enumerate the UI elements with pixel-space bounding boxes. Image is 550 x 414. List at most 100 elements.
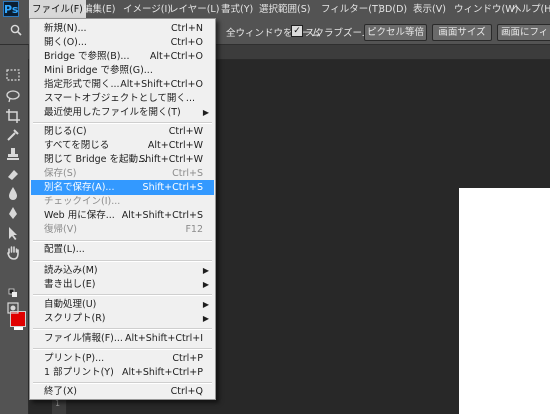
menu-item-label: チェックイン(I)...: [44, 196, 121, 207]
stamp-tool-icon[interactable]: [5, 146, 21, 162]
submenu-arrow-icon: ▶: [202, 280, 209, 289]
menu-item-shortcut: Shift+Ctrl+W: [139, 154, 203, 165]
menu-item-label: 復帰(V): [44, 224, 77, 235]
crop-tool-icon[interactable]: [5, 108, 21, 124]
menu-item-close-and-go-to-bridge[interactable]: 閉じて Bridge を起動... Shift+Ctrl+W: [31, 152, 214, 167]
menu-item-label: 自動処理(U): [44, 299, 97, 310]
menu-item-shortcut: Ctrl+O: [170, 37, 203, 48]
marquee-tool-icon[interactable]: [5, 67, 21, 83]
hand-tool-icon[interactable]: [5, 244, 21, 260]
menu-item-close-all[interactable]: すべてを閉じる Alt+Ctrl+W: [31, 138, 214, 153]
menu-item-open-recent[interactable]: 最近使用したファイルを開く(T) ▶: [31, 105, 214, 120]
menu-item-label: 終了(X): [44, 386, 77, 397]
menu-item-open[interactable]: 開く(O)... Ctrl+O: [31, 35, 214, 50]
menu-item-save-as[interactable]: 別名で保存(A)... Shift+Ctrl+S: [31, 180, 214, 195]
menu-item-shortcut: F12: [185, 224, 203, 235]
menu-file[interactable]: ファイル(F): [29, 0, 86, 20]
default-colors-icon[interactable]: [8, 288, 18, 298]
menu-type[interactable]: 書式(Y): [218, 0, 256, 20]
menu-select[interactable]: 選択範囲(S): [256, 0, 313, 20]
menu-item-shortcut: Ctrl+N: [171, 23, 203, 34]
menu-item-label: 開く(O)...: [44, 37, 87, 48]
menu-filter[interactable]: フィルター(T): [318, 0, 385, 20]
tools-panel: [0, 45, 29, 414]
menu-item-shortcut: Alt+Ctrl+W: [147, 140, 203, 151]
menu-item-label: 閉じる(C): [44, 126, 87, 137]
menu-item-shortcut: Alt+Shift+Ctrl+O: [120, 79, 203, 90]
menu-item-print[interactable]: プリント(P)... Ctrl+P: [31, 351, 214, 366]
scrubby-zoom-label[interactable]: スクラブズーム: [305, 25, 371, 39]
scrubby-zoom-checkbox[interactable]: ✓: [291, 25, 303, 37]
menu-item-label: Bridge で参照(B)...: [44, 51, 130, 62]
menu-item-new[interactable]: 新規(N)... Ctrl+N: [31, 21, 214, 36]
menu-item-label: 新規(N)...: [44, 23, 87, 34]
menu-item-revert[interactable]: 復帰(V) F12: [31, 222, 214, 237]
menu-separator: [33, 348, 212, 350]
menu-item-place[interactable]: 配置(L)...: [31, 242, 214, 257]
blur-tool-icon[interactable]: [5, 185, 21, 201]
menu-item-scripts[interactable]: スクリプト(R) ▶: [31, 311, 214, 326]
menu-item-label: すべてを閉じる: [44, 140, 110, 151]
menu-item-label: スクリプト(R): [44, 313, 106, 324]
menu-item-shortcut: Shift+Ctrl+S: [142, 182, 203, 193]
menu-item-label: 閉じて Bridge を起動...: [44, 154, 148, 165]
menu-view[interactable]: 表示(V): [410, 0, 449, 20]
menu-item-label: 書き出し(E): [44, 279, 96, 290]
menu-item-shortcut: Ctrl+W: [168, 126, 203, 137]
fill-screen-button[interactable]: 画面にフィ: [497, 24, 550, 41]
menu-item-label: 保存(S): [44, 168, 77, 179]
photoshop-logo: Ps: [3, 1, 19, 17]
menu-item-shortcut: Alt+Ctrl+O: [149, 51, 203, 62]
menu-item-shortcut: Ctrl+Q: [170, 386, 203, 397]
menu-item-save[interactable]: 保存(S) Ctrl+S: [31, 166, 214, 181]
submenu-arrow-icon: ▶: [202, 314, 209, 323]
menu-item-exit[interactable]: 終了(X) Ctrl+Q: [31, 384, 214, 399]
menu-item-shortcut: Alt+Shift+Ctrl+P: [122, 367, 203, 378]
zoom-tool-icon[interactable]: [10, 24, 22, 36]
submenu-arrow-icon: ▶: [202, 300, 209, 309]
menu-item-print-one-copy[interactable]: 1 部プリント(Y) Alt+Shift+Ctrl+P: [31, 365, 214, 380]
menu-separator: [33, 294, 212, 296]
menu-edit[interactable]: 編集(E): [80, 0, 118, 20]
menu-help[interactable]: ヘルプ(H): [509, 0, 550, 20]
menu-separator: [33, 328, 212, 330]
submenu-arrow-icon: ▶: [202, 108, 209, 117]
menu-item-label: 最近使用したファイルを開く(T): [44, 107, 181, 118]
menu-item-label: スマートオブジェクトとして開く...: [44, 93, 195, 104]
document-canvas[interactable]: [459, 188, 550, 414]
actual-pixels-button[interactable]: ピクセル等倍: [364, 24, 427, 41]
menu-item-export[interactable]: 書き出し(E) ▶: [31, 277, 214, 292]
menu-item-shortcut: Ctrl+P: [172, 353, 203, 364]
menu-item-file-info[interactable]: ファイル情報(F)... Alt+Shift+Ctrl+I: [31, 331, 214, 346]
menu-item-shortcut: Alt+Shift+Ctrl+S: [121, 210, 203, 221]
menu-item-open-as-smart-object[interactable]: スマートオブジェクトとして開く...: [31, 91, 214, 106]
menu-item-label: Mini Bridge で参照(G)...: [44, 65, 153, 76]
eyedropper-tool-icon[interactable]: [5, 127, 21, 143]
pen-tool-icon[interactable]: [5, 205, 21, 221]
menu-layer[interactable]: レイヤー(L): [166, 0, 222, 20]
menu-item-shortcut: Alt+Shift+Ctrl+I: [124, 333, 203, 344]
ruler-number: 1: [55, 399, 61, 408]
quick-mask-icon[interactable]: [7, 302, 19, 314]
menu-item-save-for-web[interactable]: Web 用に保存... Alt+Shift+Ctrl+S: [31, 208, 214, 223]
menu-item-label: Web 用に保存...: [44, 210, 115, 221]
menu-item-browse-in-bridge[interactable]: Bridge で参照(B)... Alt+Ctrl+O: [31, 49, 214, 64]
menu-item-import[interactable]: 読み込み(M) ▶: [31, 263, 214, 278]
menu-item-browse-in-mini-bridge[interactable]: Mini Bridge で参照(G)...: [31, 63, 214, 78]
menu-item-shortcut: Ctrl+S: [172, 168, 203, 179]
menu-separator: [33, 260, 212, 262]
lasso-tool-icon[interactable]: [5, 88, 21, 104]
menu-item-label: ファイル情報(F)...: [44, 333, 123, 344]
menu-item-close[interactable]: 閉じる(C) Ctrl+W: [31, 124, 214, 139]
submenu-arrow-icon: ▶: [202, 266, 209, 275]
path-selection-tool-icon[interactable]: [5, 225, 21, 241]
menu-item-open-as[interactable]: 指定形式で開く... Alt+Shift+Ctrl+O: [31, 77, 214, 92]
menu-item-label: プリント(P)...: [44, 353, 105, 364]
eraser-tool-icon[interactable]: [5, 166, 21, 182]
menu-3d[interactable]: 3D(D): [376, 0, 410, 20]
menu-item-label: 読み込み(M): [44, 265, 98, 276]
menu-item-check-in[interactable]: チェックイン(I)...: [31, 194, 214, 209]
menu-item-label: 配置(L)...: [44, 244, 85, 255]
menu-item-automate[interactable]: 自動処理(U) ▶: [31, 297, 214, 312]
fit-screen-button[interactable]: 画面サイズ: [432, 24, 492, 41]
